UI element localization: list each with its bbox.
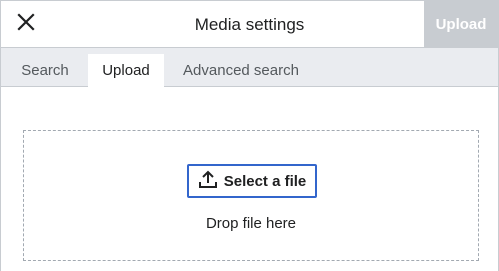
drop-file-text: Drop file here xyxy=(205,215,297,232)
file-drop-zone[interactable]: Select a file Drop file here xyxy=(23,130,479,261)
upload-button[interactable]: Upload xyxy=(424,1,498,48)
close-icon xyxy=(17,13,35,36)
tab-upload[interactable]: Upload xyxy=(88,54,164,87)
tab-bar: Search Upload Advanced search xyxy=(1,48,498,87)
tab-search[interactable]: Search xyxy=(9,54,81,87)
tab-advanced-search[interactable]: Advanced search xyxy=(173,54,309,87)
close-button[interactable] xyxy=(1,1,51,48)
select-file-label: Select a file xyxy=(223,172,307,190)
media-settings-dialog: Media settings Upload Search Upload Adva… xyxy=(0,0,499,271)
dialog-header: Media settings Upload xyxy=(1,0,498,48)
upload-icon xyxy=(198,169,218,194)
select-file-button[interactable]: Select a file xyxy=(187,164,317,198)
